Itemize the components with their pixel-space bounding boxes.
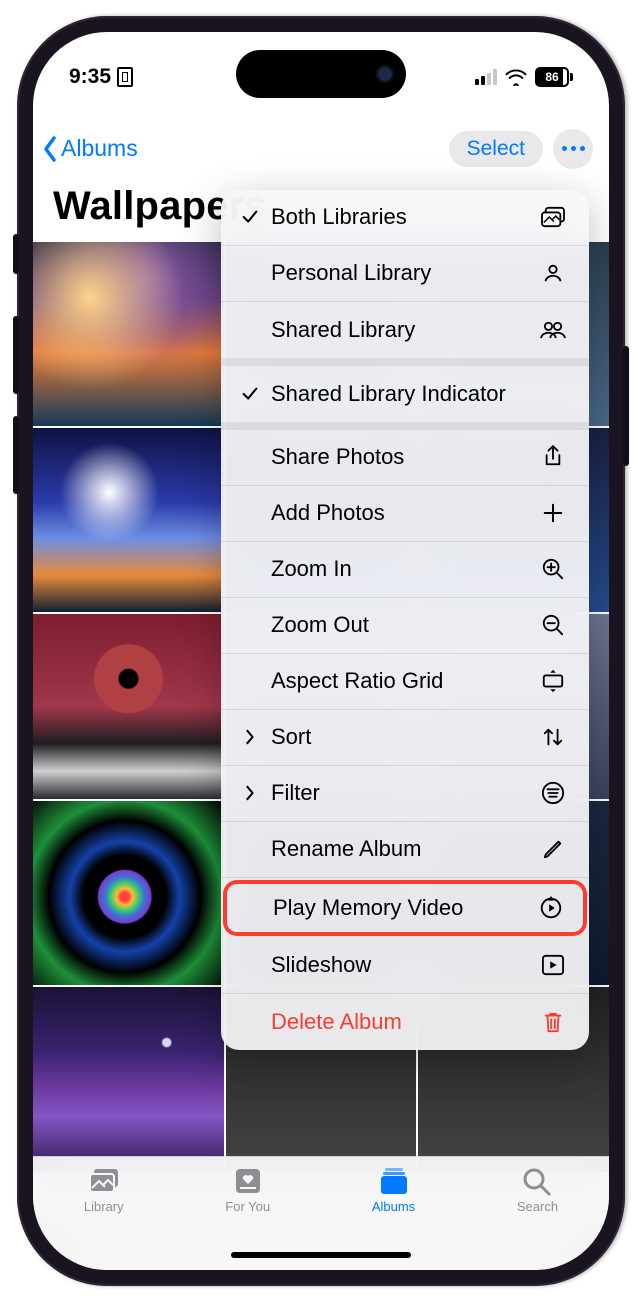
menu-item-both-libraries[interactable]: Both Libraries [221, 190, 589, 246]
menu-item-delete-album[interactable]: Delete Album [221, 994, 589, 1050]
ellipsis-icon [562, 146, 585, 151]
menu-item-shared-library[interactable]: Shared Library [221, 302, 589, 358]
home-indicator[interactable] [231, 1252, 411, 1258]
person-icon [537, 262, 569, 284]
photo-thumb[interactable] [33, 428, 224, 612]
cellular-icon [475, 69, 497, 85]
nav-bar: Albums Select [33, 122, 609, 176]
menu-item-aspect-ratio[interactable]: Aspect Ratio Grid [221, 654, 589, 710]
zoom-in-icon [537, 557, 569, 581]
photo-thumb[interactable] [33, 242, 224, 426]
photo-thumb[interactable] [33, 801, 224, 985]
menu-item-zoom-in[interactable]: Zoom In [221, 542, 589, 598]
photo-stack-icon [537, 206, 569, 228]
battery-icon: 86 [535, 67, 573, 87]
photo-thumb[interactable] [33, 987, 224, 1171]
menu-item-filter[interactable]: Filter [221, 766, 589, 822]
context-menu: Both Libraries Personal Library Shared L… [221, 190, 589, 1050]
wifi-icon [505, 68, 527, 86]
dynamic-island [236, 50, 406, 98]
share-icon [537, 445, 569, 469]
albums-icon [376, 1165, 412, 1197]
photo-thumb[interactable] [33, 614, 224, 798]
menu-item-shared-indicator[interactable]: Shared Library Indicator [221, 366, 589, 422]
tab-library[interactable]: Library [84, 1165, 124, 1214]
plus-icon [537, 502, 569, 524]
sort-icon [537, 726, 569, 748]
tab-for-you[interactable]: For You [225, 1165, 270, 1214]
back-label: Albums [61, 135, 138, 162]
status-time: 9:35 [69, 65, 111, 89]
aspect-icon [537, 669, 569, 693]
menu-item-slideshow[interactable]: Slideshow [221, 938, 589, 994]
library-icon [86, 1165, 122, 1197]
people-icon [537, 320, 569, 340]
menu-item-sort[interactable]: Sort [221, 710, 589, 766]
pencil-icon [537, 838, 569, 860]
memory-icon [535, 895, 567, 921]
menu-item-share-photos[interactable]: Share Photos [221, 430, 589, 486]
select-button[interactable]: Select [449, 131, 543, 167]
menu-item-play-memory-video[interactable]: Play Memory Video [223, 880, 587, 936]
menu-item-rename-album[interactable]: Rename Album [221, 822, 589, 878]
menu-item-zoom-out[interactable]: Zoom Out [221, 598, 589, 654]
more-button[interactable] [553, 129, 593, 169]
tab-search[interactable]: Search [517, 1165, 558, 1214]
tab-albums[interactable]: Albums [372, 1165, 415, 1214]
search-icon [519, 1165, 555, 1197]
sim-icon [117, 67, 133, 87]
checkmark-icon [233, 208, 267, 226]
slideshow-icon [537, 954, 569, 976]
back-button[interactable]: Albums [39, 134, 138, 164]
chevron-right-icon [233, 785, 267, 801]
checkmark-icon [233, 385, 267, 403]
menu-item-add-photos[interactable]: Add Photos [221, 486, 589, 542]
chevron-right-icon [233, 729, 267, 745]
menu-item-personal-library[interactable]: Personal Library [221, 246, 589, 302]
foryou-icon [230, 1165, 266, 1197]
filter-icon [537, 781, 569, 805]
zoom-out-icon [537, 613, 569, 637]
trash-icon [537, 1010, 569, 1034]
